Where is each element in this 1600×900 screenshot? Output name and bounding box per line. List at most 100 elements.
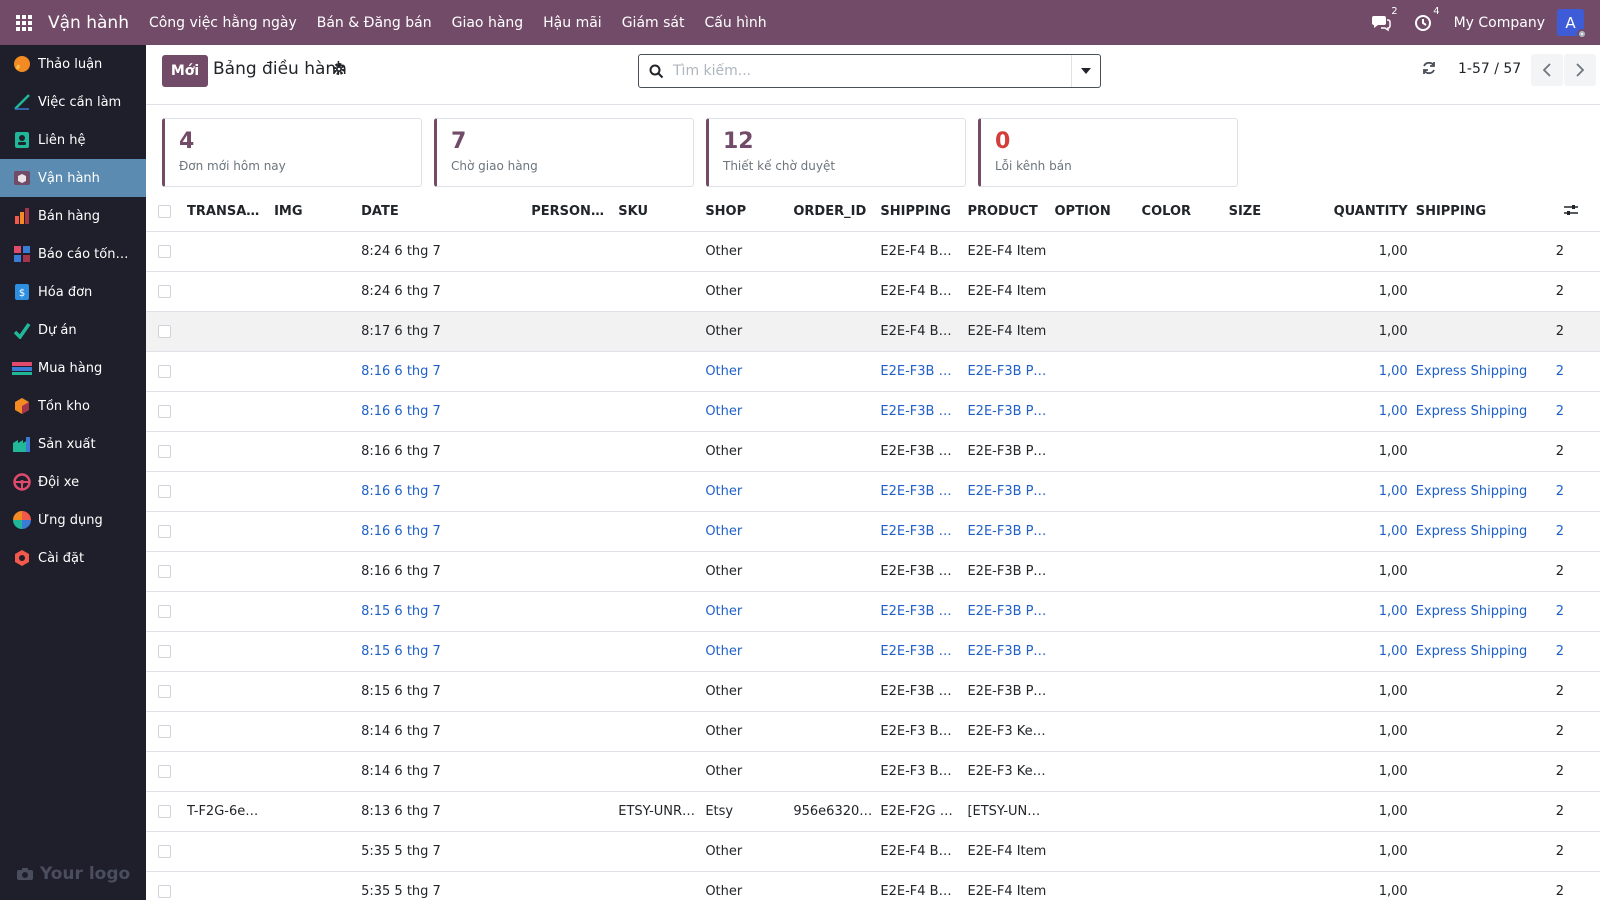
row-checkbox[interactable] — [146, 511, 184, 552]
kpi-awaiting-delivery[interactable]: 7 Chờ giao hàng — [434, 118, 694, 187]
table-row[interactable]: 8:24 6 thg 7 Other E2E-F4 Buyer E2E-F4 Item… — [146, 271, 1600, 312]
activities-button[interactable]: 4 — [1412, 6, 1440, 34]
table-row[interactable]: 8:16 6 thg 7 Other E2E-F3B BuyerE2E-F3B Pr… — [146, 471, 1600, 512]
search-input[interactable] — [673, 63, 1071, 79]
table-row[interactable]: 8:16 6 thg 7 Other E2E-F3B BuyerE2E-F3B Pr… — [146, 431, 1600, 472]
table-row[interactable]: 8:17 6 thg 7 Other E2E-F4 Buyer E2E-F4 Item… — [146, 311, 1600, 352]
table-row[interactable]: 8:15 6 thg 7 Other E2E-F3B BuyerE2E-F3B Pr… — [146, 631, 1600, 672]
column-color[interactable]: COLOR — [1137, 193, 1225, 232]
company-switcher[interactable]: My Company — [1454, 15, 1545, 31]
row-checkbox[interactable] — [146, 351, 184, 392]
search-options-toggle[interactable] — [1071, 55, 1100, 87]
menu-after-sales[interactable]: Hậu mãi — [543, 15, 602, 31]
table-row[interactable]: T-F2G-6e63209b 8:13 6 thg 7 ETSY-UNRESOLVE… — [146, 791, 1600, 832]
sidebar-item-discuss[interactable]: Thảo luận — [0, 45, 146, 83]
sidebar-item-operations[interactable]: Vận hành — [0, 159, 146, 197]
messages-button[interactable]: 2 — [1370, 6, 1398, 34]
table-row[interactable]: 8:16 6 thg 7 Other E2E-F3B BuyerE2E-F3B Pr… — [146, 551, 1600, 592]
cell-size — [1224, 711, 1312, 752]
refresh-button[interactable] — [1422, 61, 1436, 79]
cell-personalization — [527, 271, 615, 312]
row-checkbox[interactable] — [146, 391, 184, 432]
row-checkbox[interactable] — [146, 671, 184, 712]
sidebar-item-manufacturing[interactable]: Sản xuất — [0, 425, 146, 463]
cell-date: 8:15 6 thg 7 — [357, 591, 528, 632]
sidebar-item-apps[interactable]: Ứng dụng — [0, 501, 146, 539]
sidebar-item-inventory[interactable]: Tồn kho — [0, 387, 146, 425]
table-row[interactable]: 5:35 5 thg 7 Other E2E-F4 Buyer E2E-F4 Item… — [146, 831, 1600, 872]
row-checkbox[interactable] — [146, 871, 184, 900]
pager-value[interactable]: 1-57 / 57 — [1458, 61, 1521, 77]
menu-delivery[interactable]: Giao hàng — [452, 15, 524, 31]
messages-count: 2 — [1391, 5, 1398, 17]
kpi-designs-pending[interactable]: 12 Thiết kế chờ duyệt — [706, 118, 966, 187]
column-size[interactable]: SIZE — [1224, 193, 1312, 232]
row-checkbox[interactable] — [146, 711, 184, 752]
sidebar-item-project[interactable]: Dự án — [0, 311, 146, 349]
cell-product: E2E-F3 Keychain — [963, 751, 1051, 792]
row-checkbox[interactable] — [146, 831, 184, 872]
row-checkbox[interactable] — [146, 431, 184, 472]
table-header-row: TRANSACTION IMG DATE PERSONALIZATION SKU… — [146, 193, 1600, 232]
select-all-checkbox[interactable] — [146, 193, 184, 232]
row-checkbox[interactable] — [146, 471, 184, 512]
actions-gear-button[interactable] — [332, 62, 346, 80]
settings-icon — [12, 548, 32, 568]
menu-daily-work[interactable]: Công việc hằng ngày — [149, 15, 297, 31]
kpi-channel-errors[interactable]: 0 Lỗi kênh bán — [978, 118, 1238, 187]
row-checkbox[interactable] — [146, 271, 184, 312]
sidebar-item-contacts[interactable]: Liên hệ — [0, 121, 146, 159]
table-row[interactable]: 5:35 5 thg 7 Other E2E-F4 Buyer E2E-F4 Item… — [146, 871, 1600, 900]
optional-columns-toggle[interactable] — [1541, 193, 1600, 232]
cell-quantity: 1,00 — [1311, 591, 1412, 632]
app-menu-button[interactable] — [0, 0, 48, 45]
column-quantity[interactable]: QUANTITY — [1311, 193, 1412, 232]
column-date[interactable]: DATE — [357, 193, 528, 232]
sidebar-item-invoices[interactable]: $ Hóa đơn — [0, 273, 146, 311]
column-sku[interactable]: SKU — [614, 193, 702, 232]
row-checkbox[interactable] — [146, 231, 184, 272]
table-row[interactable]: 8:16 6 thg 7 Other E2E-F3B BuyerE2E-F3B Pr… — [146, 511, 1600, 552]
table-row[interactable]: 8:16 6 thg 7 Other E2E-F3B BuyerE2E-F3B Pr… — [146, 391, 1600, 432]
cell-quantity: 1,00 — [1311, 631, 1412, 672]
column-product[interactable]: PRODUCT — [963, 193, 1051, 232]
sidebar-item-reports[interactable]: Báo cáo tổng hợp — [0, 235, 146, 273]
column-order-id[interactable]: ORDER_ID — [789, 193, 877, 232]
kpi-new-orders-today[interactable]: 4 Đơn mới hôm nay — [162, 118, 422, 187]
cell-shop: Other — [701, 671, 790, 712]
menu-sales-listing[interactable]: Bán & Đăng bán — [317, 15, 432, 31]
column-shop[interactable]: SHOP — [701, 193, 790, 232]
table-row[interactable]: 8:24 6 thg 7 Other E2E-F4 Buyer E2E-F4 Item… — [146, 231, 1600, 272]
sidebar-item-settings[interactable]: Cài đặt — [0, 539, 146, 577]
column-transaction[interactable]: TRANSACTION — [183, 193, 271, 232]
new-button[interactable]: Mới — [162, 55, 208, 87]
cell-quantity: 1,00 — [1311, 351, 1412, 392]
row-checkbox[interactable] — [146, 791, 184, 832]
row-checkbox[interactable] — [146, 311, 184, 352]
column-shipping[interactable]: SHIPPING — [876, 193, 964, 232]
menu-monitoring[interactable]: Giám sát — [622, 15, 685, 31]
table-row[interactable]: 8:14 6 thg 7 Other E2E-F3 Buyer E2E-F3 Keyc… — [146, 751, 1600, 792]
column-option[interactable]: OPTION — [1050, 193, 1138, 232]
column-shipping-method[interactable]: SHIPPING — [1411, 193, 1542, 232]
sidebar-item-sales[interactable]: Bán hàng — [0, 197, 146, 235]
row-checkbox[interactable] — [146, 751, 184, 792]
sidebar-item-purchase[interactable]: Mua hàng — [0, 349, 146, 387]
column-img[interactable]: IMG — [270, 193, 358, 232]
app-brand[interactable]: Vận hành — [48, 13, 129, 33]
table-row[interactable]: 8:15 6 thg 7 Other E2E-F3B BuyerE2E-F3B Pr… — [146, 671, 1600, 712]
sidebar-item-todo[interactable]: Việc cần làm — [0, 83, 146, 121]
pager-previous-button[interactable] — [1531, 54, 1563, 86]
avatar[interactable]: A — [1557, 9, 1587, 39]
table-row[interactable]: 8:15 6 thg 7 Other E2E-F3B BuyerE2E-F3B Pr… — [146, 591, 1600, 632]
table-row[interactable]: 8:14 6 thg 7 Other E2E-F3 Buyer E2E-F3 Keyc… — [146, 711, 1600, 752]
row-checkbox[interactable] — [146, 591, 184, 632]
menu-configuration[interactable]: Cấu hình — [704, 15, 766, 31]
row-checkbox[interactable] — [146, 631, 184, 672]
sidebar-item-fleet[interactable]: Đội xe — [0, 463, 146, 501]
column-personalization[interactable]: PERSONALIZATION — [527, 193, 615, 232]
row-checkbox[interactable] — [146, 551, 184, 592]
pager-next-button[interactable] — [1564, 54, 1596, 86]
table-row[interactable]: 8:16 6 thg 7 Other E2E-F3B BuyerE2E-F3B Pr… — [146, 351, 1600, 392]
cell-extra: 2 — [1541, 511, 1600, 552]
